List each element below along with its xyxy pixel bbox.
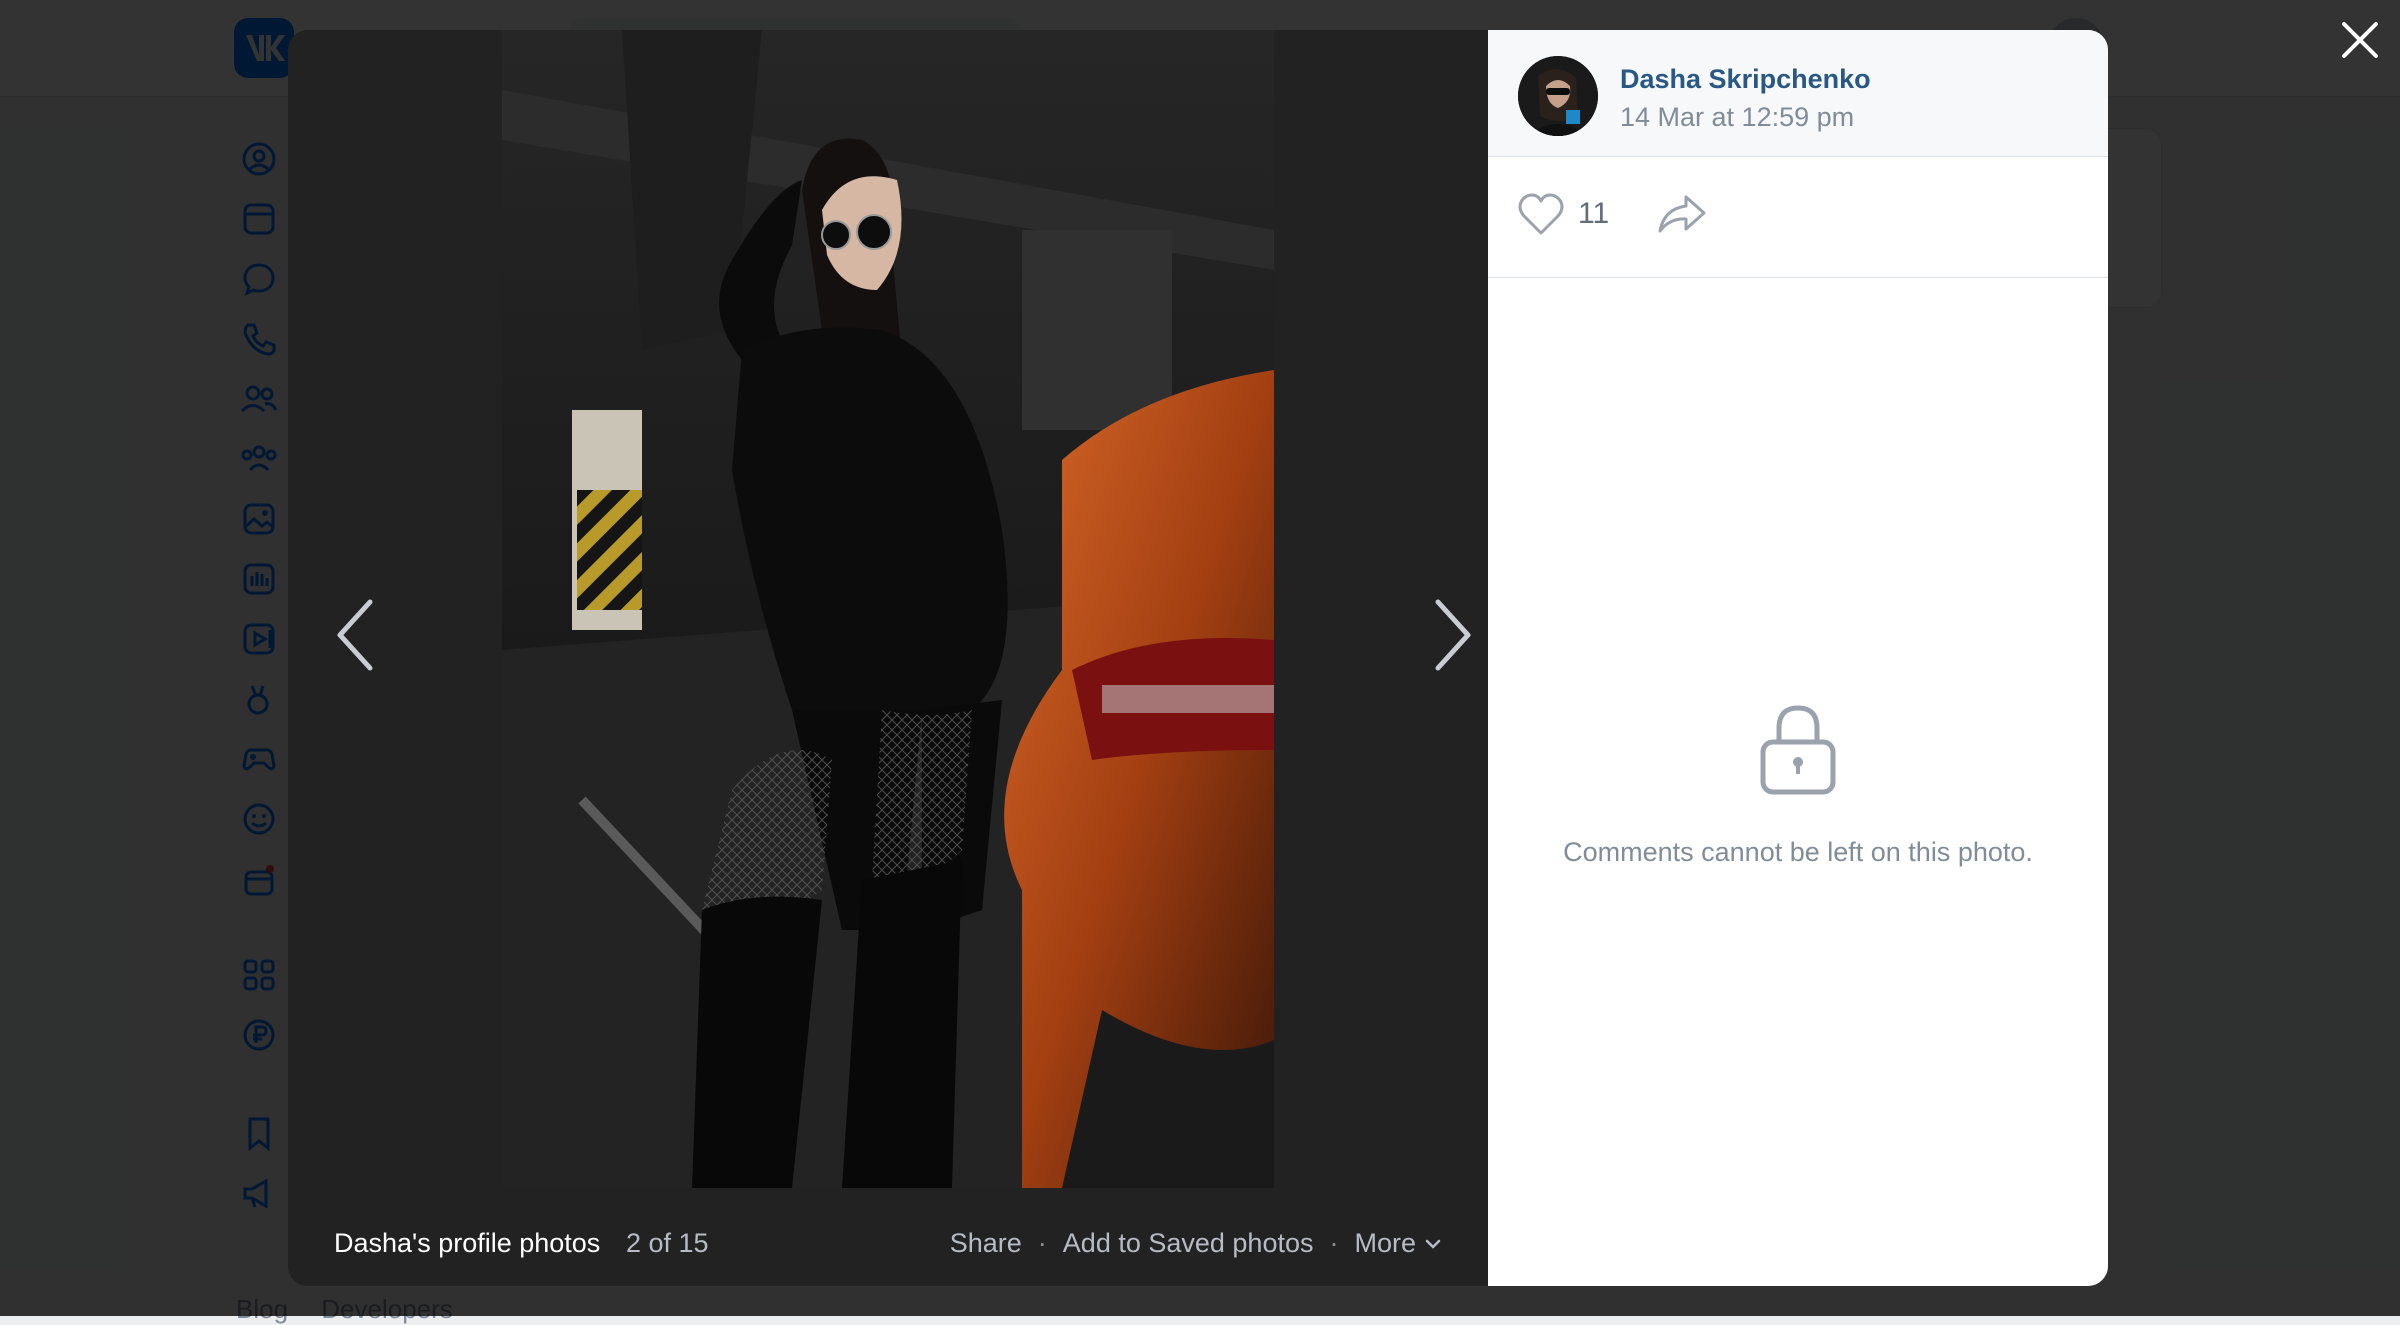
- like-count: 11: [1578, 197, 1610, 230]
- share-icon[interactable]: [1656, 191, 1708, 242]
- author-avatar[interactable]: [1518, 56, 1598, 136]
- more-menu-button[interactable]: More: [1354, 1228, 1442, 1259]
- add-to-saved-link[interactable]: Add to Saved photos: [1063, 1228, 1314, 1259]
- like-button[interactable]: 11: [1516, 191, 1609, 237]
- close-icon[interactable]: [2336, 16, 2384, 64]
- separator-dot: ·: [1329, 1228, 1339, 1258]
- comments-locked-notice: Comments cannot be left on this photo.: [1488, 698, 2108, 868]
- next-photo-arrow-icon[interactable]: [1408, 570, 1488, 700]
- share-link[interactable]: Share: [950, 1228, 1022, 1259]
- photo-side-panel: Dasha Skripchenko 14 Mar at 12:59 pm 11: [1488, 30, 2108, 1286]
- separator-dot: ·: [1037, 1228, 1047, 1258]
- photo-actions: Share · Add to Saved photos · More: [950, 1228, 1442, 1259]
- previous-photo-arrow-icon[interactable]: [320, 570, 400, 700]
- album-title-link[interactable]: Dasha's profile photos: [334, 1228, 600, 1259]
- author-name-link[interactable]: Dasha Skripchenko: [1620, 64, 1871, 95]
- chevron-down-icon: [1425, 1239, 1441, 1249]
- photo-area: Dasha's profile photos 2 of 15 Share · A…: [288, 30, 1488, 1286]
- lock-icon: [1760, 705, 1836, 795]
- heart-icon: [1518, 193, 1564, 235]
- reactions-bar: 11: [1488, 157, 2108, 278]
- photo-counter: 2 of 15: [626, 1228, 709, 1258]
- photo-viewer: Dasha's profile photos 2 of 15 Share · A…: [288, 30, 2108, 1286]
- post-date[interactable]: 14 Mar at 12:59 pm: [1620, 102, 1854, 133]
- comments-locked-text: Comments cannot be left on this photo.: [1563, 837, 2033, 867]
- photo[interactable]: [502, 30, 1274, 1188]
- photo-footer: Dasha's profile photos 2 of 15 Share · A…: [288, 1200, 1488, 1286]
- more-label: More: [1354, 1228, 1416, 1258]
- author-header: Dasha Skripchenko 14 Mar at 12:59 pm: [1488, 30, 2108, 157]
